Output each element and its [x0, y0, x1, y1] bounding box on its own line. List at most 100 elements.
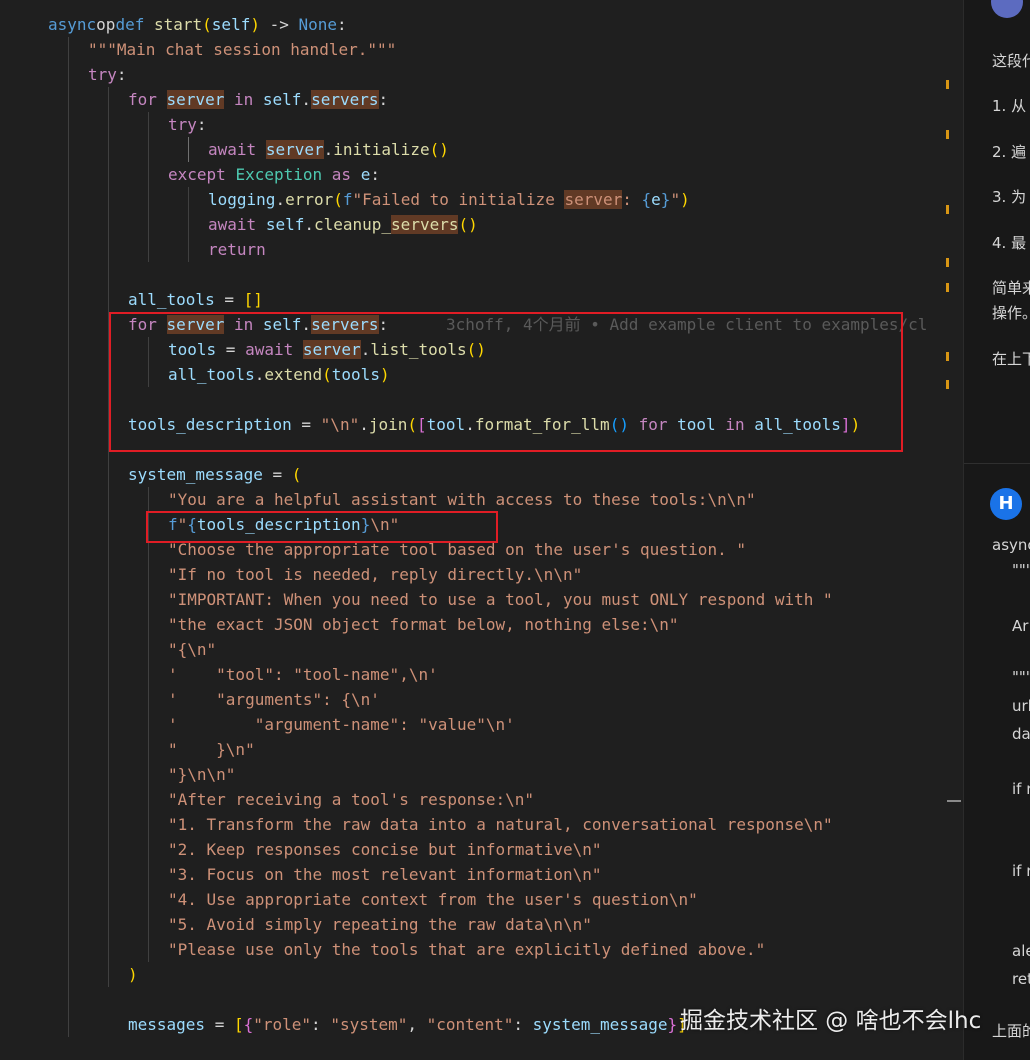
code-token: logging: [208, 190, 276, 209]
code-token: "5. Avoid simply repeating the raw data\…: [168, 915, 592, 934]
code-line-str-12[interactable]: "}\n\n": [168, 762, 235, 787]
code-line-str-10[interactable]: ' "argument-name": "value"\n': [168, 712, 515, 737]
code-token: "content": [426, 1015, 514, 1034]
code-token: {: [243, 1015, 254, 1034]
user-message-line: 上面的: [992, 1022, 1030, 1040]
minimap-viewport-bar[interactable]: [947, 800, 961, 802]
code-token: ): [680, 190, 690, 209]
code-line-await-init[interactable]: await server.initialize(): [208, 137, 449, 162]
user-avatar: H: [990, 488, 1022, 520]
code-line-try-outer[interactable]: try:: [88, 62, 127, 87]
code-line-str-11[interactable]: " }\n": [168, 737, 255, 762]
code-token: (: [291, 465, 302, 484]
code-token: :: [378, 90, 389, 109]
assistant-message-line: 3. 为: [992, 188, 1027, 206]
code-token: self: [265, 215, 305, 234]
code-token: "You are a helpful assistant with access…: [168, 490, 756, 509]
user-message-line: """: [1012, 561, 1030, 579]
code-line-all-tools[interactable]: all_tools = []: [128, 287, 263, 312]
code-token: }: [660, 190, 671, 209]
code-editor[interactable]: asyncopdef start(self) -> None: """Main c…: [0, 0, 943, 1060]
code-line-str-5[interactable]: "IMPORTANT: When you need to use a tool,…: [168, 587, 833, 612]
code-line-close-paren[interactable]: ): [128, 962, 138, 987]
code-token: "3. Focus on the most relevant informati…: [168, 865, 602, 884]
code-line-str-15[interactable]: "2. Keep responses concise but informati…: [168, 837, 601, 862]
code-token: error: [285, 190, 334, 209]
code-token: "{\n": [168, 640, 217, 659]
code-line-str-16[interactable]: "3. Focus on the most relevant informati…: [168, 862, 601, 887]
code-token: }: [667, 1015, 678, 1034]
code-token: "}\n\n": [168, 765, 236, 784]
minimap-marker: [946, 80, 949, 89]
code-line-logging-error[interactable]: logging.error(f"Failed to initialize ser…: [208, 187, 690, 212]
chat-divider: [964, 463, 1030, 464]
code-token: :: [311, 1015, 331, 1034]
code-token: ,: [407, 1015, 427, 1034]
code-token: except: [168, 165, 226, 184]
code-line-except[interactable]: except Exception as e:: [168, 162, 380, 187]
code-line-str-6[interactable]: "the exact JSON object format below, not…: [168, 612, 679, 637]
code-line-str-17[interactable]: "4. Use appropriate context from the use…: [168, 887, 698, 912]
code-token: .: [301, 90, 312, 109]
user-message-line: if r: [1012, 862, 1030, 880]
code-line-str-18[interactable]: "5. Avoid simply repeating the raw data\…: [168, 912, 592, 937]
editor-scrollbar-minimap[interactable]: [943, 0, 963, 1060]
code-token: ): [250, 15, 260, 34]
code-line-docstring[interactable]: """Main chat session handler.""": [88, 37, 396, 62]
code-line-str-8[interactable]: ' "tool": "tool-name",\n': [168, 662, 438, 687]
code-token: :: [196, 115, 207, 134]
assistant-message-line: 操作。: [992, 304, 1030, 322]
code-line-await-cleanup[interactable]: await self.cleanup_servers(): [208, 212, 478, 237]
code-line-str-14[interactable]: "1. Transform the raw data into a natura…: [168, 812, 833, 837]
minimap-marker: [946, 283, 949, 292]
code-line-return[interactable]: return: [208, 237, 266, 262]
code-token: e: [360, 165, 371, 184]
code-line-str-4[interactable]: "If no tool is needed, reply directly.\n…: [168, 562, 582, 587]
code-token: async: [48, 15, 97, 34]
code-line-for-init[interactable]: for server in self.servers:: [128, 87, 388, 112]
code-token: " }\n": [168, 740, 255, 759]
code-token: =: [262, 465, 292, 484]
code-token: """Main chat session handler.""": [88, 40, 397, 59]
code-line-try-inner[interactable]: try:: [168, 112, 207, 137]
red-highlight-box-for-loop: [109, 312, 903, 452]
code-line-sys-msg[interactable]: system_message = (: [128, 462, 301, 487]
minimap-marker: [946, 205, 949, 214]
code-token: self: [211, 15, 251, 34]
indent-guide-line: [68, 37, 69, 1037]
user-message-line: ale: [1012, 942, 1030, 960]
code-token: .: [304, 215, 314, 234]
code-token: ' "tool": "tool-name",\n': [168, 665, 438, 684]
code-line-str-19[interactable]: "Please use only the tools that are expl…: [168, 937, 765, 962]
minimap-marker: [946, 130, 949, 139]
code-line-str-1[interactable]: "You are a helpful assistant with access…: [168, 487, 756, 512]
code-line-messages[interactable]: messages = [{"role": "system", "content"…: [128, 1012, 687, 1037]
assistant-message-line: 1. 从: [992, 97, 1027, 115]
code-line-str-13[interactable]: "After receiving a tool's response:\n": [168, 787, 534, 812]
code-token: cleanup_: [313, 215, 392, 234]
code-token: {: [641, 190, 652, 209]
assistant-message-line: 简单来: [992, 279, 1030, 297]
code-token: "the exact JSON object format below, not…: [168, 615, 679, 634]
code-line-def-start[interactable]: asyncopdef start(self) -> None:: [48, 12, 347, 37]
code-line-str-9[interactable]: ' "arguments": {\n': [168, 687, 380, 712]
indent-guide-line: [148, 112, 149, 262]
code-token: messages: [128, 1015, 206, 1034]
code-token: Exception: [235, 165, 323, 184]
code-token: .: [275, 190, 286, 209]
watermark: 掘金技术社区 @ 啥也不会lhc: [680, 1008, 982, 1034]
code-token: (): [458, 215, 478, 234]
code-line-str-7[interactable]: "{\n": [168, 637, 216, 662]
assistant-avatar: [991, 0, 1023, 18]
code-token: "Failed to initialize: [352, 190, 565, 209]
code-token: "2. Keep responses concise but informati…: [168, 840, 602, 859]
code-token: for: [128, 90, 157, 109]
code-token: =: [214, 290, 244, 309]
code-token: "If no tool is needed, reply directly.\n…: [168, 565, 583, 584]
code-token: ' "arguments": {\n': [168, 690, 380, 709]
minimap-marker: [946, 352, 949, 361]
